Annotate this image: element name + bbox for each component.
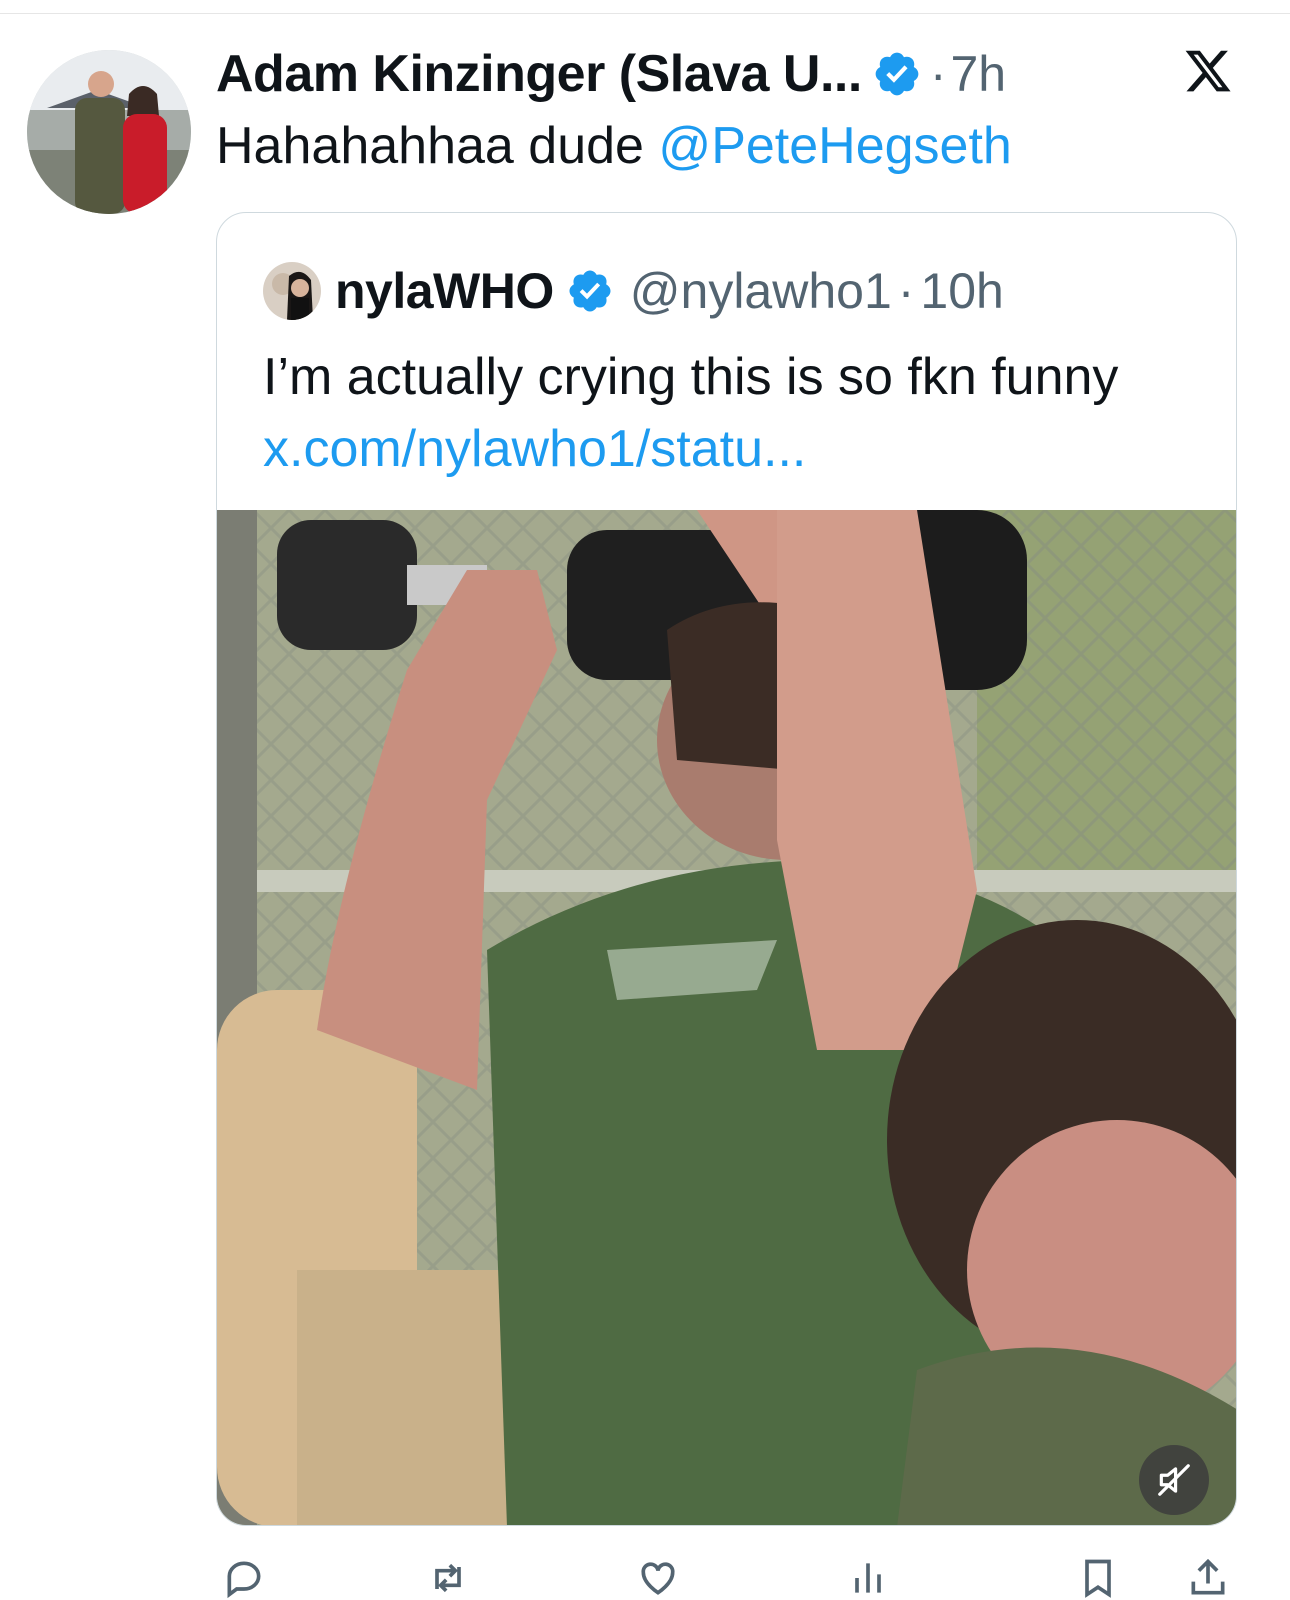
author-display-name[interactable]: Adam Kinzinger (Slava U... (216, 44, 862, 104)
quoted-timestamp[interactable]: 10h (920, 262, 1003, 320)
mute-button[interactable] (1139, 1445, 1209, 1515)
quoted-author-avatar[interactable] (263, 262, 321, 320)
post-timestamp[interactable]: 7h (950, 45, 1006, 103)
post-separator: · (929, 46, 947, 102)
author-avatar-image (27, 50, 191, 214)
quoted-separator: · (897, 263, 915, 319)
quoted-post-body: I’m actually crying this is so fkn funny (263, 348, 1119, 406)
quoted-author-handle[interactable]: @nylawho1 (630, 262, 892, 320)
quoted-post-header: nylaWHO @nylawho1 · 10h (263, 259, 1004, 323)
post-text-body: Hahahahhaa dude (216, 117, 659, 175)
video-frame-image (217, 510, 1236, 1525)
action-bar (216, 1556, 1237, 1600)
top-divider (0, 13, 1290, 14)
post-header: Adam Kinzinger (Slava U... · 7h (216, 40, 1006, 108)
quoted-post-card[interactable]: nylaWHO @nylawho1 · 10h I’m actually cry… (216, 212, 1237, 1526)
speaker-muted-icon (1158, 1464, 1190, 1496)
repost-icon[interactable] (426, 1556, 470, 1600)
views-icon[interactable] (846, 1556, 890, 1600)
author-avatar[interactable] (27, 50, 191, 214)
video-media[interactable] (217, 510, 1236, 1525)
like-icon[interactable] (636, 1556, 680, 1600)
mention-link[interactable]: @PeteHegseth (658, 117, 1011, 175)
x-logo-icon[interactable] (1183, 46, 1233, 96)
verified-badge-icon (566, 267, 614, 315)
reply-icon[interactable] (222, 1556, 266, 1600)
post-text: Hahahahhaa dude @PeteHegseth (216, 114, 1012, 178)
bookmark-icon[interactable] (1076, 1556, 1120, 1600)
quoted-author-name[interactable]: nylaWHO (335, 262, 554, 320)
share-icon[interactable] (1186, 1556, 1230, 1600)
quoted-post-text: I’m actually crying this is so fkn funny… (263, 341, 1203, 485)
quoted-post-link[interactable]: x.com/nylawho1/statu... (263, 420, 806, 478)
verified-badge-icon (872, 49, 922, 99)
